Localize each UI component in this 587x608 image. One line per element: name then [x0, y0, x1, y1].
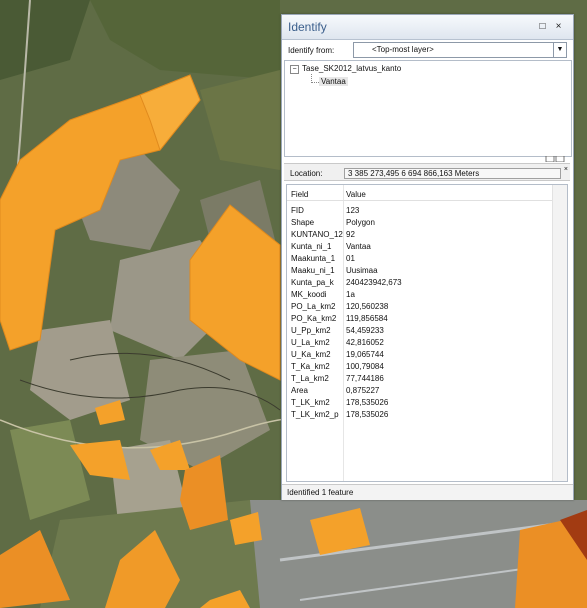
- collapse-icon[interactable]: −: [290, 65, 299, 74]
- table-row[interactable]: U_Ka_km2 19,065744: [287, 349, 552, 361]
- table-row[interactable]: PO_Ka_km2 119,856584: [287, 313, 552, 325]
- restore-icon[interactable]: □: [537, 21, 548, 32]
- field-name: Shape: [291, 218, 315, 227]
- status-text: Identified 1 feature: [287, 488, 354, 497]
- status-bar: Identified 1 feature: [282, 484, 573, 500]
- field-value: 92: [346, 230, 355, 239]
- chevron-down-icon[interactable]: ▼: [553, 43, 566, 57]
- identify-from-label: Identify from:: [288, 46, 335, 55]
- tree-layer-name[interactable]: Tase_SK2012_latvus_kanto: [302, 64, 401, 73]
- close-icon[interactable]: ×: [553, 21, 564, 32]
- field-value: 42,816052: [346, 338, 384, 347]
- field-column-header[interactable]: Field: [291, 190, 308, 199]
- field-name: Kunta_ni_1: [291, 242, 332, 251]
- field-name: PO_La_km2: [291, 302, 336, 311]
- field-name: Area: [291, 386, 308, 395]
- field-name: U_Pp_km2: [291, 326, 331, 335]
- identify-from-dropdown[interactable]: <Top-most layer> ▼: [353, 42, 567, 58]
- identify-from-value: <Top-most layer>: [372, 45, 434, 54]
- table-row[interactable]: MK_koodi 1a: [287, 289, 552, 301]
- location-value[interactable]: 3 385 273,495 6 694 866,163 Meters: [344, 168, 561, 179]
- grid-header: Field Value: [287, 185, 567, 201]
- table-row[interactable]: FID 123: [287, 205, 552, 217]
- field-name: MK_koodi: [291, 290, 327, 299]
- field-value: 77,744186: [346, 374, 384, 383]
- table-row[interactable]: PO_La_km2 120,560238: [287, 301, 552, 313]
- field-value: 1a: [346, 290, 355, 299]
- table-row[interactable]: Kunta_ni_1 Vantaa: [287, 241, 552, 253]
- tree-connector: [311, 74, 319, 83]
- field-value: 123: [346, 206, 360, 215]
- field-value: 178,535026: [346, 410, 389, 419]
- field-name: PO_Ka_km2: [291, 314, 337, 323]
- field-name: T_LK_km2_p: [291, 410, 339, 419]
- pane-splitter[interactable]: [284, 156, 570, 162]
- grid-scrollbar[interactable]: [552, 185, 567, 481]
- field-value: 120,560238: [346, 302, 389, 311]
- field-value: Polygon: [346, 218, 375, 227]
- table-row[interactable]: T_Ka_km2 100,79084: [287, 361, 552, 373]
- table-row[interactable]: U_La_km2 42,816052: [287, 337, 552, 349]
- field-name: FID: [291, 206, 304, 215]
- field-name: KUNTANO_12: [291, 230, 343, 239]
- table-row[interactable]: Area 0,875227: [287, 385, 552, 397]
- field-value: 54,459233: [346, 326, 384, 335]
- field-value: 178,535026: [346, 398, 389, 407]
- field-value: 119,856584: [346, 314, 388, 323]
- table-row[interactable]: Kunta_pa_k 240423942,673: [287, 277, 552, 289]
- location-close-icon[interactable]: ×: [564, 166, 568, 173]
- table-row[interactable]: T_LK_km2_p 178,535026: [287, 409, 552, 421]
- field-value: Uusimaa: [346, 266, 378, 275]
- table-row[interactable]: T_La_km2 77,744186: [287, 373, 552, 385]
- table-row[interactable]: Maaku_ni_1 Uusimaa: [287, 265, 552, 277]
- field-name: T_LK_km2: [291, 398, 330, 407]
- tree-feature-item[interactable]: Vantaa: [319, 77, 348, 86]
- location-label: Location:: [290, 169, 323, 178]
- table-row[interactable]: KUNTANO_12 92: [287, 229, 552, 241]
- field-name: U_Ka_km2: [291, 350, 331, 359]
- field-name: T_La_km2: [291, 374, 329, 383]
- field-name: Maaku_ni_1: [291, 266, 335, 275]
- table-row[interactable]: Maakunta_1 01: [287, 253, 552, 265]
- field-value: 01: [346, 254, 355, 263]
- table-row[interactable]: T_LK_km2 178,535026: [287, 397, 552, 409]
- field-value: 100,79084: [346, 362, 384, 371]
- location-bar: Location: 3 385 273,495 6 694 866,163 Me…: [284, 163, 570, 181]
- field-value: 0,875227: [346, 386, 380, 395]
- window-title: Identify: [288, 20, 327, 34]
- table-row[interactable]: Shape Polygon: [287, 217, 552, 229]
- field-value: 240423942,673: [346, 278, 402, 287]
- field-value: 19,065744: [346, 350, 384, 359]
- field-name: T_Ka_km2: [291, 362, 330, 371]
- field-name: Kunta_pa_k: [291, 278, 334, 287]
- value-column-header[interactable]: Value: [346, 190, 366, 199]
- title-bar[interactable]: Identify □ ×: [282, 15, 573, 40]
- field-value: Vantaa: [346, 242, 371, 251]
- table-row[interactable]: U_Pp_km2 54,459233: [287, 325, 552, 337]
- identify-window: Identify □ × Identify from: <Top-most la…: [281, 14, 574, 500]
- results-tree: − Tase_SK2012_latvus_kanto Vantaa: [284, 60, 572, 157]
- field-name: U_La_km2: [291, 338, 330, 347]
- attribute-grid: Field Value FID 123 Shape Polygon KUNTANO_…: [286, 184, 568, 482]
- field-name: Maakunta_1: [291, 254, 336, 263]
